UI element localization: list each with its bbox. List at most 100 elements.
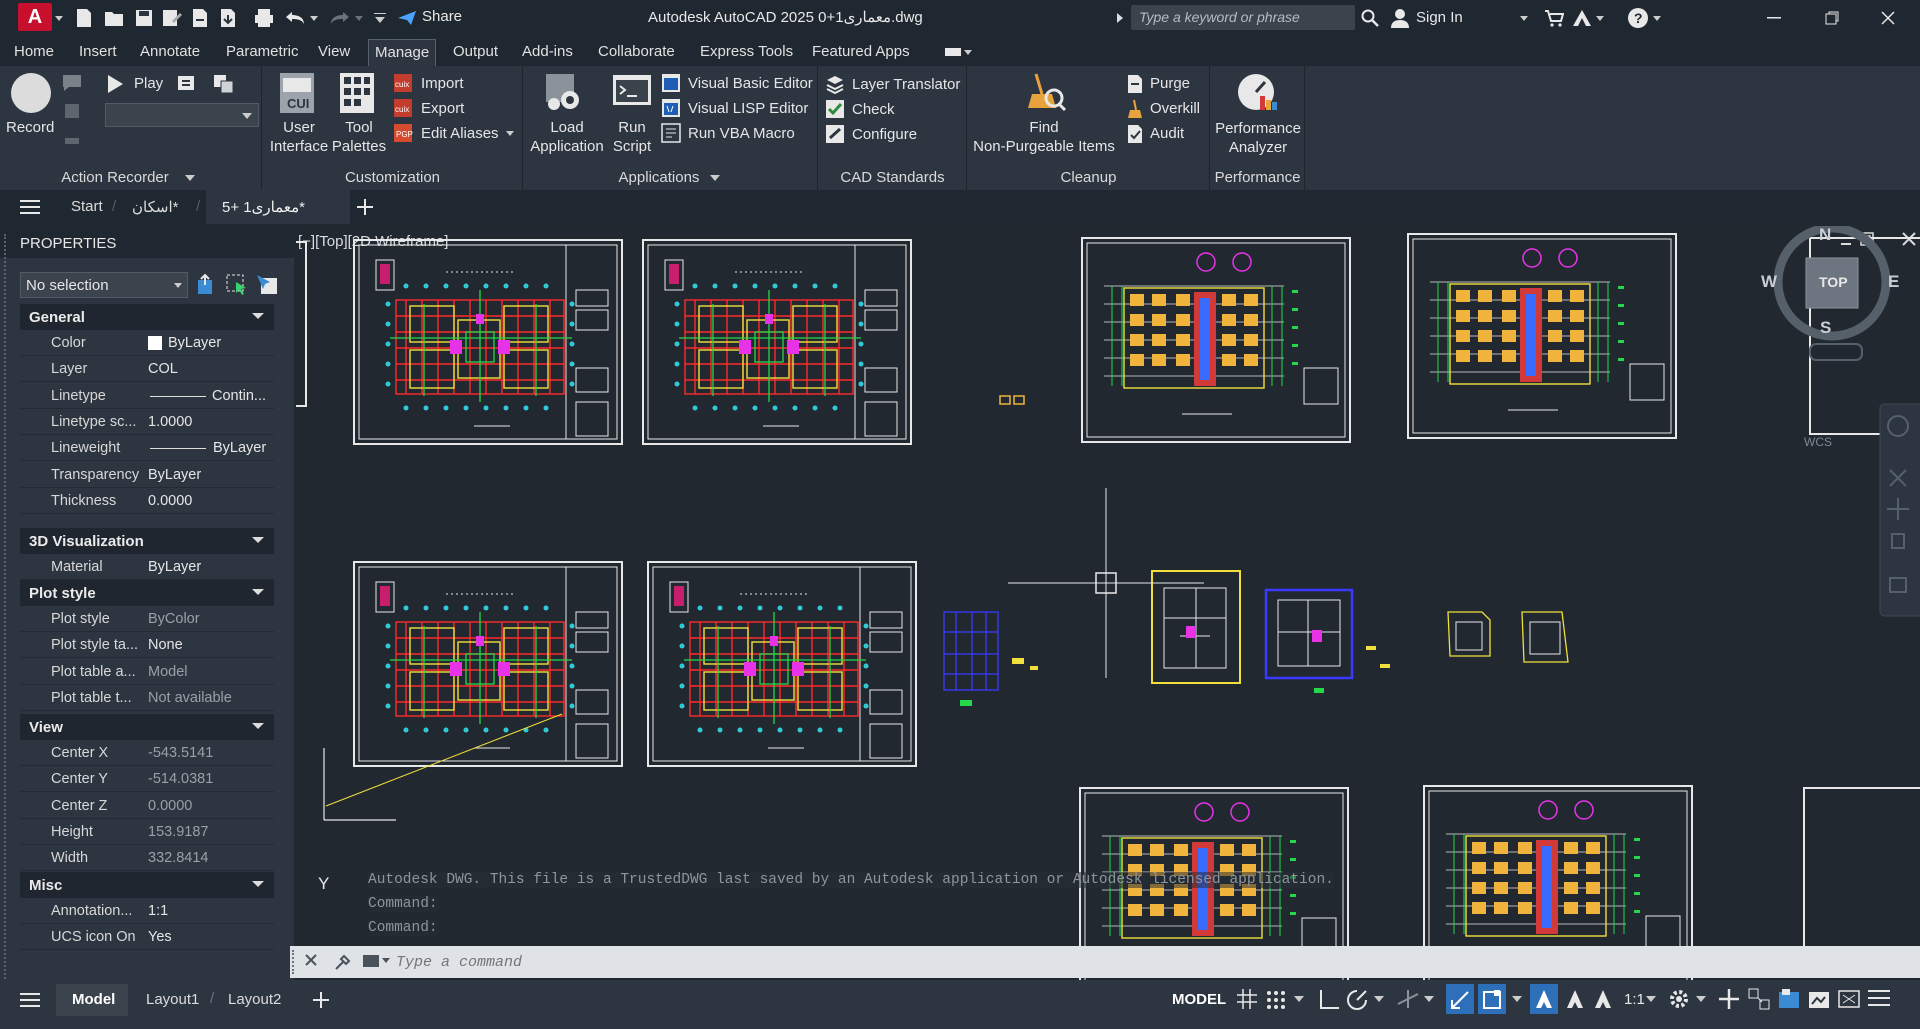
grid-icon[interactable] <box>1236 988 1258 1010</box>
model-space-viewport[interactable]: [−][Top][2D Wireframe] N S W E TOP WCS Y… <box>296 226 1920 986</box>
restore-icon[interactable] <box>1820 5 1844 31</box>
search-expand-icon[interactable] <box>1113 5 1127 31</box>
tab-output[interactable]: Output <box>453 43 498 60</box>
model-space-toggle[interactable]: MODEL <box>1172 991 1226 1008</box>
doc-tab-start[interactable]: Start <box>71 198 103 215</box>
property-row[interactable]: Center Y -514.0381 <box>20 766 274 793</box>
property-row[interactable]: Annotation... 1:1 <box>20 898 274 924</box>
snap-dropdown-icon[interactable] <box>1294 996 1304 1002</box>
layer-translator-icon[interactable] <box>825 74 845 94</box>
isodraft-dropdown-icon[interactable] <box>1424 996 1434 1002</box>
configure-button[interactable]: Configure <box>852 126 917 144</box>
property-row[interactable]: Plot table a... Model <box>20 659 274 685</box>
search-input[interactable]: Type a keyword or phrase <box>1131 5 1355 30</box>
tool-palettes-button[interactable]: Tool Palettes <box>331 118 387 156</box>
undo-icon[interactable] <box>283 5 307 31</box>
find-non-purgeable-icon[interactable] <box>1026 72 1066 114</box>
customize-quick-access-icon[interactable] <box>372 5 388 31</box>
tool-palettes-icon[interactable] <box>339 72 375 114</box>
panel-expand-icon[interactable] <box>185 175 195 181</box>
tab-parametric[interactable]: Parametric <box>226 43 299 60</box>
layout2-tab[interactable]: Layout2 <box>228 991 281 1008</box>
import-button[interactable]: Import <box>421 75 464 93</box>
isodraft-icon[interactable] <box>1396 988 1420 1010</box>
object-snap-tracking-icon[interactable] <box>1446 984 1474 1014</box>
save-icon[interactable] <box>132 5 156 31</box>
property-row[interactable]: UCS icon On Yes <box>20 924 274 951</box>
play-icon[interactable] <box>106 74 124 94</box>
run-script-icon[interactable] <box>612 74 652 110</box>
chevron-down-icon[interactable] <box>53 5 65 31</box>
command-close-icon[interactable] <box>304 953 318 967</box>
property-row[interactable]: Plot style ByColor <box>20 606 274 632</box>
snap-icon[interactable] <box>1266 990 1286 1010</box>
property-row[interactable]: Color ByLayer <box>20 330 274 356</box>
selection-dropdown[interactable]: No selection <box>20 272 188 298</box>
open-web-icon[interactable] <box>188 5 212 31</box>
tab-featured-apps[interactable]: Featured Apps <box>812 43 910 60</box>
model-tab[interactable]: Model <box>56 984 128 1016</box>
auto-scale-icon[interactable] <box>1564 988 1586 1010</box>
edit-aliases-icon[interactable]: PGP <box>393 123 413 143</box>
section-misc[interactable]: Misc <box>20 872 274 898</box>
property-row[interactable]: Thickness 0.0000 <box>20 488 274 514</box>
check-icon[interactable] <box>825 99 845 119</box>
search-icon[interactable] <box>1358 5 1382 31</box>
redo-dropdown-icon[interactable] <box>353 5 365 31</box>
app-dropdown-icon[interactable] <box>1594 5 1606 31</box>
command-input[interactable] <box>396 949 1796 975</box>
user-interface-button[interactable]: User Interface <box>269 118 329 156</box>
property-row[interactable]: Plot table t... Not available <box>20 685 274 711</box>
property-row[interactable]: Center X -543.5141 <box>20 740 274 766</box>
audit-icon[interactable] <box>1126 124 1146 144</box>
application-menu-button[interactable]: A <box>18 3 52 31</box>
chevron-down-icon[interactable] <box>252 723 264 729</box>
quick-select-icon[interactable] <box>256 274 278 296</box>
annotation-monitor-icon[interactable] <box>1718 988 1740 1010</box>
redo-icon[interactable] <box>328 5 352 31</box>
sign-in-button[interactable]: Sign In <box>1416 9 1463 26</box>
save-web-icon[interactable] <box>216 5 240 31</box>
check-button[interactable]: Check <box>852 101 895 119</box>
user-icon[interactable] <box>1388 5 1412 31</box>
customize-icon[interactable] <box>334 953 352 971</box>
osnap-dropdown-icon[interactable] <box>1512 996 1522 1002</box>
record-button[interactable]: Record <box>6 118 54 137</box>
share-button[interactable]: Share <box>422 8 462 25</box>
performance-analyzer-icon[interactable] <box>1236 72 1278 114</box>
isolate-objects-icon[interactable] <box>1808 988 1830 1010</box>
overkill-button[interactable]: Overkill <box>1150 100 1200 118</box>
tab-annotate[interactable]: Annotate <box>140 43 200 60</box>
visual-lisp-editor-button[interactable]: Visual LISP Editor <box>688 100 808 118</box>
ortho-icon[interactable] <box>1318 988 1340 1010</box>
object-snap-icon[interactable] <box>1478 984 1506 1014</box>
record-icon[interactable] <box>10 72 52 114</box>
annotation-scale-value[interactable]: 1:1 <box>1624 991 1645 1008</box>
help-dropdown-icon[interactable] <box>1651 5 1663 31</box>
tab-add-ins[interactable]: Add-ins <box>522 43 573 60</box>
layout1-tab[interactable]: Layout1 <box>146 991 199 1008</box>
select-objects-icon[interactable] <box>226 274 248 296</box>
property-row[interactable]: Height 153.9187 <box>20 819 274 845</box>
workspace-dropdown-icon[interactable] <box>1696 996 1706 1002</box>
purge-button[interactable]: Purge <box>1150 75 1190 93</box>
property-row[interactable]: Width 332.8414 <box>20 845 274 872</box>
doc-tab-active[interactable]: معماری1 +5* <box>206 190 350 224</box>
tab-insert[interactable]: Insert <box>79 43 117 60</box>
manage-macros-icon[interactable] <box>213 74 235 94</box>
property-row[interactable]: Layer COL <box>20 356 274 383</box>
quick-properties-icon[interactable] <box>1778 988 1800 1010</box>
compass-west[interactable]: W <box>1761 272 1777 292</box>
export-button[interactable]: Export <box>421 100 464 118</box>
polar-tracking-icon[interactable] <box>1346 988 1372 1010</box>
tab-home[interactable]: Home <box>14 43 54 60</box>
new-file-icon[interactable] <box>72 5 96 31</box>
applications-expand-icon[interactable] <box>710 175 720 181</box>
property-row[interactable]: Plot style ta... None <box>20 632 274 659</box>
macro-select[interactable] <box>105 103 259 127</box>
polar-dropdown-icon[interactable] <box>1374 996 1384 1002</box>
purge-icon[interactable] <box>1126 74 1146 94</box>
export-cuix-icon[interactable]: cuix <box>393 98 413 118</box>
units-icon[interactable] <box>1748 988 1770 1010</box>
customization-menu-icon[interactable] <box>1868 988 1890 1008</box>
